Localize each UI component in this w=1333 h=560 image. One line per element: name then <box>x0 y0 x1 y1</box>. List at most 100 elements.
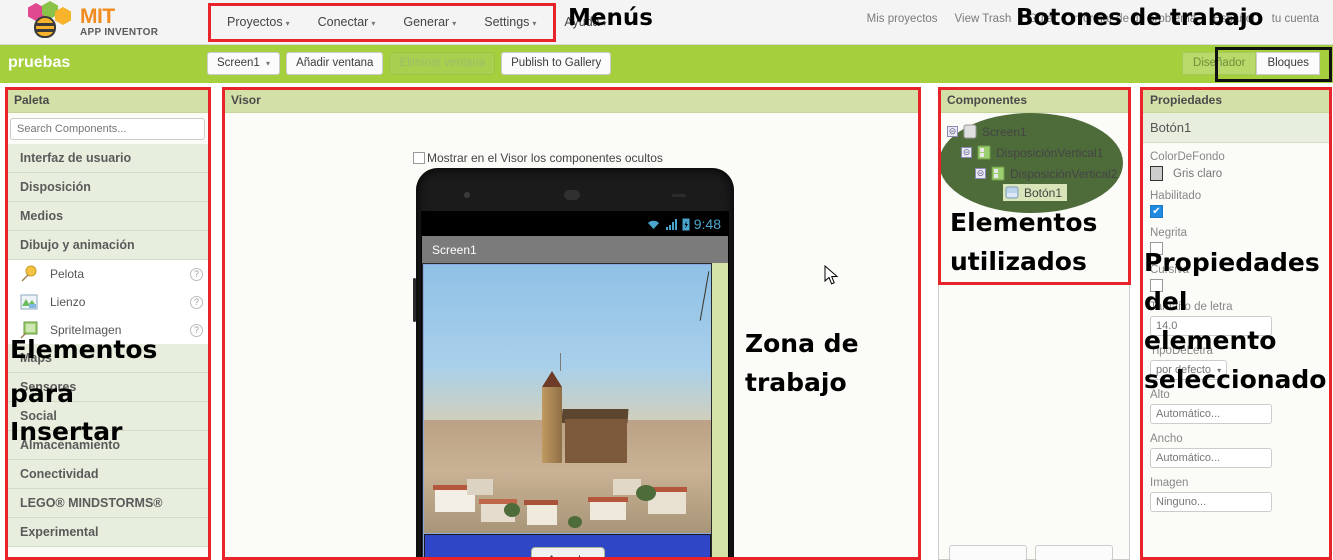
tree-node-screen1[interactable]: ⊝ Screen1 <box>945 121 1117 142</box>
add-screen-button[interactable]: Añadir ventana <box>286 52 384 75</box>
search-components-input[interactable] <box>10 118 205 140</box>
ball-icon <box>20 265 38 283</box>
publish-gallery-button[interactable]: Publish to Gallery <box>501 52 612 75</box>
imagen-input[interactable] <box>1150 492 1272 512</box>
collapse-toggle-icon[interactable]: ⊝ <box>961 147 972 158</box>
tree-node-disposicionvertical2[interactable]: ⊝ DisposiciónVertical2 <box>945 163 1117 184</box>
show-hidden-checkbox[interactable] <box>413 152 425 164</box>
palette-item-pelota[interactable]: Pelota ? <box>6 260 209 288</box>
cursiva-checkbox[interactable] <box>1150 279 1163 292</box>
android-status-bar: 9:48 <box>422 212 728 236</box>
collapse-toggle-icon[interactable]: ⊝ <box>947 126 958 137</box>
palette-title: Paleta <box>6 88 209 113</box>
project-name: pruebas <box>8 54 71 71</box>
phone-screen: 9:48 Screen1 Accede <box>421 211 729 560</box>
menu-proyectos-label: Proyectos <box>227 15 283 29</box>
project-toolbar: pruebas Screen1 ▾ Añadir ventana Elimina… <box>0 45 1333 83</box>
property-label-colordefondo: ColorDeFondo <box>1150 151 1225 163</box>
properties-selected-component: Botón1 <box>1142 113 1329 143</box>
palette-category-almacenamiento[interactable]: Almacenamiento <box>6 431 209 460</box>
palette-category-medios[interactable]: Medios <box>6 202 209 231</box>
menu-generar[interactable]: Generar ▾ <box>389 11 470 33</box>
palette-category-maps[interactable]: Maps <box>6 344 209 373</box>
link-idioma[interactable]: Español <box>1213 13 1255 25</box>
property-label-ancho: Ancho <box>1150 433 1183 445</box>
show-hidden-components-row[interactable]: Mostrar en el Visor los componentes ocul… <box>413 151 663 165</box>
delete-component-button[interactable] <box>1035 545 1113 560</box>
link-guia[interactable]: Guía <box>1028 13 1053 25</box>
palette-category-lego-mindstorms[interactable]: LEGO® MINDSTORMS® <box>6 489 209 518</box>
palette-item-label: SpriteImagen <box>50 323 122 337</box>
palette-items-dibujo-y-animacion: Pelota ? Lienzo ? SpriteImagen ? <box>6 260 209 344</box>
hex-yellow-icon <box>55 7 71 25</box>
ancho-input[interactable] <box>1150 448 1272 468</box>
link-cuenta[interactable]: tu cuenta <box>1272 13 1319 25</box>
top-right-links: Mis proyectos View Trash Guía Informar d… <box>867 13 1319 25</box>
palette-category-interfaz-de-usuario[interactable]: Interfaz de usuario <box>6 144 209 173</box>
palette-category-conectividad[interactable]: Conectividad <box>6 460 209 489</box>
property-value-colordefondo[interactable]: Gris claro <box>1150 166 1321 181</box>
phone-sensor-icon <box>672 194 686 197</box>
palette-category-social[interactable]: Social <box>6 402 209 431</box>
wifi-icon <box>647 220 659 229</box>
tab-bloques[interactable]: Bloques <box>1256 52 1320 75</box>
help-icon[interactable]: ? <box>190 267 203 281</box>
status-clock: 9:48 <box>693 216 721 232</box>
property-label-alto: Alto <box>1150 389 1170 401</box>
property-label-habilitado: Habilitado <box>1150 190 1202 202</box>
phone-side-button <box>413 278 416 322</box>
bee-logo-icon <box>22 3 74 41</box>
palette-category-disposicion[interactable]: Disposición <box>6 173 209 202</box>
habilitado-checkbox[interactable]: ✔ <box>1150 205 1163 218</box>
components-title: Componentes <box>939 88 1129 113</box>
show-hidden-label: Mostrar en el Visor los componentes ocul… <box>427 151 663 165</box>
rename-component-button[interactable] <box>949 545 1027 560</box>
palette-item-label: Pelota <box>50 267 85 281</box>
screen-selector-button[interactable]: Screen1 ▾ <box>207 52 281 75</box>
mit-app-inventor-logo[interactable]: MIT APP INVENTOR <box>22 3 158 41</box>
menu-conectar[interactable]: Conectar ▾ <box>304 11 390 33</box>
collapse-toggle-icon[interactable]: ⊝ <box>975 168 986 179</box>
menu-settings[interactable]: Settings ▾ <box>470 11 550 33</box>
viewer-panel: Visor Mostrar en el Visor los componente… <box>222 88 920 560</box>
link-view-trash[interactable]: View Trash <box>955 13 1012 25</box>
sprite-icon <box>20 321 38 339</box>
palette-item-spriteimagen[interactable]: SpriteImagen ? <box>6 316 209 344</box>
vertical-arrangement-2[interactable]: Accede <box>424 534 711 560</box>
palette-item-lienzo[interactable]: Lienzo ? <box>6 288 209 316</box>
vertical-arrangement-1[interactable]: Accede <box>422 263 712 560</box>
boton1-component[interactable]: Accede <box>530 547 605 560</box>
tree-node-label: DisposiciónVertical1 <box>996 145 1104 160</box>
color-swatch[interactable] <box>1150 166 1163 181</box>
remove-screen-button: Eliminar ventana <box>389 52 496 75</box>
palette-category-experimental[interactable]: Experimental <box>6 518 209 547</box>
link-mis-proyectos[interactable]: Mis proyectos <box>867 13 938 25</box>
menu-proyectos[interactable]: Proyectos ▾ <box>213 11 304 33</box>
palette-category-sensores[interactable]: Sensores <box>6 373 209 402</box>
component-action-buttons <box>949 545 1113 560</box>
properties-panel: Propiedades Botón1 ColorDeFondo Gris cla… <box>1141 88 1330 560</box>
image-component[interactable] <box>424 265 711 533</box>
chevron-down-icon: ▾ <box>532 19 537 28</box>
negrita-checkbox[interactable] <box>1150 242 1163 255</box>
help-icon[interactable]: ? <box>190 323 203 337</box>
screen-buttons-group: Screen1 ▾ Añadir ventana Eliminar ventan… <box>207 52 612 75</box>
logo-mit-text: MIT <box>80 5 115 28</box>
link-informar-problema[interactable]: Informar de un problema <box>1070 13 1196 25</box>
components-panel: Componentes ⊝ Screen1 ⊝ DisposiciónVerti… <box>938 88 1130 560</box>
tree-node-boton1[interactable]: Botón1 <box>1003 184 1068 201</box>
chevron-down-icon: ▾ <box>266 59 271 68</box>
menu-ayuda[interactable]: Ayuda ▾ <box>550 11 620 33</box>
palette-panel: Paleta Interfaz de usuario Disposición M… <box>5 88 210 560</box>
properties-field-list: ColorDeFondo Gris claro Habilitado ✔ Neg… <box>1142 143 1329 512</box>
component-tree: ⊝ Screen1 ⊝ DisposiciónVertical1 ⊝ Dispo… <box>939 113 1124 213</box>
palette-category-dibujo-y-animacion[interactable]: Dibujo y animación <box>6 231 209 260</box>
tamano-de-letra-input[interactable] <box>1150 316 1272 336</box>
alto-input[interactable] <box>1150 404 1272 424</box>
property-label-negrita: Negrita <box>1150 227 1188 239</box>
tree-node-disposicionvertical1[interactable]: ⊝ DisposiciónVertical1 <box>945 142 1117 163</box>
help-icon[interactable]: ? <box>190 295 203 309</box>
tab-disenador[interactable]: Diseñador <box>1182 52 1257 75</box>
tipodeletra-select[interactable]: por defecto ▾ <box>1150 360 1228 380</box>
button-icon <box>1005 185 1019 200</box>
